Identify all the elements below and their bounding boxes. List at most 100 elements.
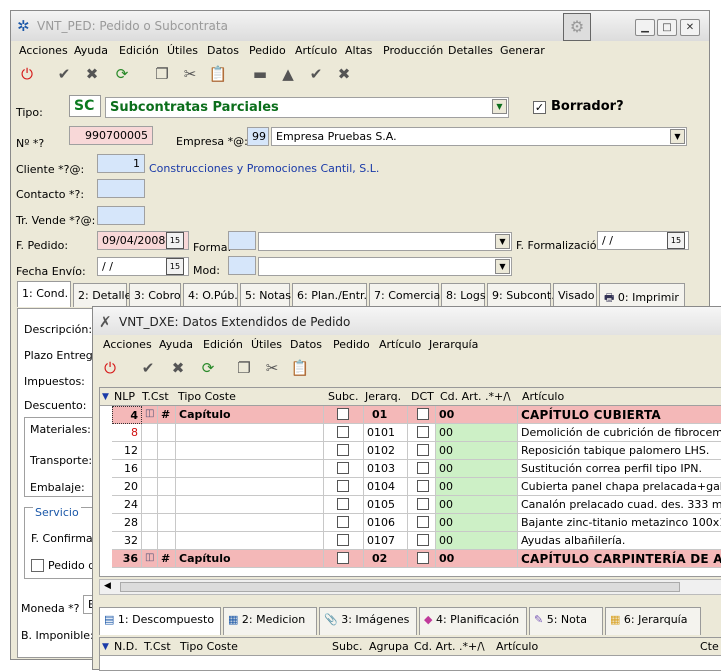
mod-combo[interactable]: ▼ [258, 257, 512, 276]
table-row[interactable]: 8 0101 00 Demolición de cubrición de fibroc… [100, 424, 721, 442]
copy-icon[interactable]: ❐ [151, 63, 173, 85]
menu-utiles[interactable]: Útiles [167, 44, 198, 57]
scroll-thumb[interactable] [120, 582, 680, 592]
menu-ayuda[interactable]: Ayuda [74, 44, 108, 57]
menu-acciones[interactable]: Acciones [19, 44, 68, 57]
chevron-down-icon[interactable]: ▼ [495, 259, 510, 274]
col-tcst[interactable]: T.Cst [142, 390, 169, 403]
dct-checkbox[interactable] [408, 514, 436, 532]
tab-subcont[interactable]: 9: Subcont. [487, 283, 555, 307]
maximize-button[interactable]: □ [657, 19, 677, 36]
chapter-row[interactable]: 4 ◫ # Capítulo 01 00 CAPÍTULO CUBIERTA [100, 406, 721, 424]
tab-planificacion[interactable]: ◆ 4: Planificación [419, 607, 527, 635]
tab-detalle[interactable]: 2: Detalle [73, 283, 131, 307]
up-arrow-icon[interactable]: ▲ [277, 63, 299, 85]
pedido-de-checkbox[interactable] [31, 559, 44, 572]
checkbox-box[interactable] [417, 444, 429, 456]
mod-code-field[interactable] [228, 256, 256, 275]
table-row[interactable]: 12 0102 00 Reposición tabique palomero LHS. [100, 442, 721, 460]
table-row[interactable]: 32 0107 00 Ayudas albañilería. [100, 532, 721, 550]
tab-notas[interactable]: 5: Notas [240, 283, 291, 307]
checkbox-box[interactable] [417, 426, 429, 438]
calendar-icon[interactable]: 15 [166, 232, 184, 249]
subc-checkbox[interactable] [324, 550, 364, 568]
tab-visado[interactable]: Visado [553, 283, 597, 307]
copy-icon[interactable]: ❐ [233, 357, 255, 379]
minus-icon[interactable]: ▬ [249, 63, 271, 85]
dct-checkbox[interactable] [408, 496, 436, 514]
tab-imagenes[interactable]: 📎 3: Imágenes [319, 607, 417, 635]
tr-vende-field[interactable] [97, 206, 145, 225]
subc-checkbox[interactable] [324, 460, 364, 478]
tab-descompuesto[interactable]: ▤ 1: Descompuesto [99, 607, 221, 635]
grid-scrollbar[interactable]: ◀ [99, 579, 721, 595]
calendar-icon[interactable]: 15 [667, 232, 685, 249]
empresa-combo[interactable]: Empresa Pruebas S.A. ▼ [271, 127, 687, 146]
sub-grid[interactable]: ▼ N.D. T.Cst Tipo Coste Subc. Agrupa Cd.… [99, 637, 721, 671]
col-tipo-coste[interactable]: Tipo Coste [178, 390, 236, 403]
tipo-code-field[interactable]: SC [69, 95, 101, 117]
checkbox-box[interactable] [337, 498, 349, 510]
minimize-button[interactable]: ▁ [635, 19, 655, 36]
contacto-field[interactable] [97, 179, 145, 198]
tab-opub[interactable]: 4: O.Púb. [183, 283, 238, 307]
refresh-icon[interactable]: ⟳ [111, 63, 133, 85]
menu-pedido[interactable]: Pedido [249, 44, 286, 57]
sub-col-cd-art[interactable]: Cd. Art. .*+/\ [414, 640, 485, 653]
checkbox-box[interactable] [417, 480, 429, 492]
chevron-down-icon[interactable]: ▼ [670, 129, 685, 144]
paste-icon[interactable]: 📋 [207, 63, 229, 85]
tab-plan-entr[interactable]: 6: Plan./Entr. [292, 283, 367, 307]
sub-col-agrupa[interactable]: Agrupa [369, 640, 409, 653]
menu-articulo[interactable]: Artículo [295, 44, 337, 57]
dxe-menu-acciones[interactable]: Acciones [103, 338, 152, 351]
menu-generar[interactable]: Generar [500, 44, 545, 57]
col-cd-art[interactable]: Cd. Art. .*+/\ [440, 390, 511, 403]
table-row[interactable]: 28 0106 00 Bajante zinc-titanio metazinco 1… [100, 514, 721, 532]
subc-checkbox[interactable] [324, 406, 364, 424]
delete-icon[interactable]: ✖ [167, 357, 189, 379]
menu-datos[interactable]: Datos [207, 44, 239, 57]
dxe-menu-utiles[interactable]: Útiles [251, 338, 282, 351]
detail-grid[interactable]: ▼ NLP T.Cst Tipo Coste Subc. Jerarq. DCT… [99, 387, 721, 577]
power-icon[interactable]: ⏻ [16, 63, 38, 85]
checkbox-box[interactable] [337, 552, 349, 564]
close-button[interactable]: ✕ [680, 19, 700, 36]
tab-logs[interactable]: 8: Logs [441, 283, 486, 307]
dct-checkbox[interactable] [408, 550, 436, 568]
checkbox-box[interactable] [337, 426, 349, 438]
empresa-code-field[interactable]: 99 [247, 127, 269, 146]
chevron-down-icon[interactable]: ▼ [492, 99, 507, 114]
tab-comercial[interactable]: 7: Comercial [369, 283, 443, 307]
dxe-menu-datos[interactable]: Datos [290, 338, 322, 351]
save-icon[interactable]: ✔ [53, 63, 75, 85]
sub-col-tipo-coste[interactable]: Tipo Coste [180, 640, 238, 653]
dxe-menu-edicion[interactable]: Edición [203, 338, 243, 351]
dct-checkbox[interactable] [408, 478, 436, 496]
table-row[interactable]: 20 0104 00 Cubierta panel chapa prelacada+g… [100, 478, 721, 496]
sub-col-cte[interactable]: Cte [700, 640, 719, 653]
scroll-left-icon[interactable]: ◀ [104, 581, 111, 591]
subc-checkbox[interactable] [324, 532, 364, 550]
tab-medicion[interactable]: ▦ 2: Medicion [223, 607, 317, 635]
power-icon[interactable]: ⏻ [99, 357, 121, 379]
menu-produccion[interactable]: Producción [383, 44, 443, 57]
menu-altas[interactable]: Altas [345, 44, 372, 57]
sub-col-articulo[interactable]: Artículo [496, 640, 538, 653]
borrador-checkbox[interactable]: ✓ [533, 101, 546, 114]
forma-code-field[interactable] [228, 231, 256, 250]
tab-imprimir[interactable]: 🖶 0: Imprimir [599, 283, 685, 307]
cancel-icon[interactable]: ✖ [333, 63, 355, 85]
checkbox-box[interactable] [417, 534, 429, 546]
tab-cobro[interactable]: 3: Cobro [129, 283, 181, 307]
subc-checkbox[interactable] [324, 424, 364, 442]
table-row[interactable]: 24 0105 00 Canalón prelacado cuad. des. 333… [100, 496, 721, 514]
dct-checkbox[interactable] [408, 460, 436, 478]
accept-icon[interactable]: ✔ [305, 63, 327, 85]
table-row[interactable]: 16 0103 00 Sustitución correa perfil tipo I… [100, 460, 721, 478]
sub-col-subc[interactable]: Subc. [332, 640, 362, 653]
sub-col-tcst[interactable]: T.Cst [144, 640, 171, 653]
col-jerarq[interactable]: Jerarq. [365, 390, 401, 403]
checkbox-box[interactable] [337, 444, 349, 456]
chevron-down-icon[interactable]: ▼ [495, 234, 510, 249]
